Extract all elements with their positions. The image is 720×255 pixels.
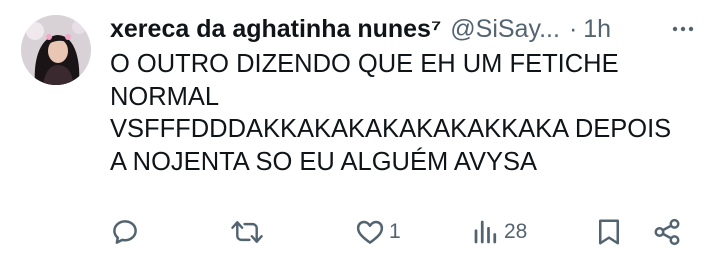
like-button[interactable]: 1: [355, 212, 401, 252]
share-icon: [654, 218, 680, 246]
separator-dot: ·: [568, 15, 578, 43]
like-count: 1: [389, 220, 401, 243]
more-button[interactable]: [666, 12, 700, 46]
tweet-text-line: VSFFFDDDAKKAKAKAKAKAKAKKAKA DEPOIS: [110, 115, 672, 143]
share-button[interactable]: [652, 212, 682, 252]
tweet-text-line: O OUTRO DIZENDO QUE EH UM FETICHE: [110, 50, 619, 78]
tweet-header: xereca da aghatinha nunes⁷ @SiSay... · 1…: [110, 12, 700, 46]
views-button[interactable]: 28: [472, 212, 527, 252]
display-name[interactable]: xereca da aghatinha nunes⁷: [110, 12, 441, 46]
views-icon: [474, 220, 497, 244]
user-handle[interactable]: @SiSay...: [450, 12, 560, 46]
avatar[interactable]: [21, 15, 91, 85]
retweet-button[interactable]: [230, 212, 268, 252]
tweet-text: O OUTRO DIZENDO QUE EH UM FETICHE NORMAL…: [110, 48, 700, 178]
reply-icon: [113, 220, 137, 244]
bookmark-icon: [599, 219, 619, 245]
action-bar: 1 28: [110, 212, 690, 252]
more-icon: [672, 26, 694, 32]
tweet-text-line: NORMAL: [110, 82, 220, 111]
bookmark-button[interactable]: [595, 212, 623, 252]
like-icon: [356, 220, 384, 244]
retweet-icon: [231, 221, 263, 243]
tweet: xereca da aghatinha nunes⁷ @SiSay... · 1…: [0, 0, 720, 255]
tweet-time[interactable]: 1h: [583, 12, 611, 46]
views-count: 28: [504, 220, 528, 243]
reply-button[interactable]: [110, 212, 144, 252]
tweet-text-line: A NOJENTA SO EU ALGUÉM AVYSA: [110, 147, 538, 176]
